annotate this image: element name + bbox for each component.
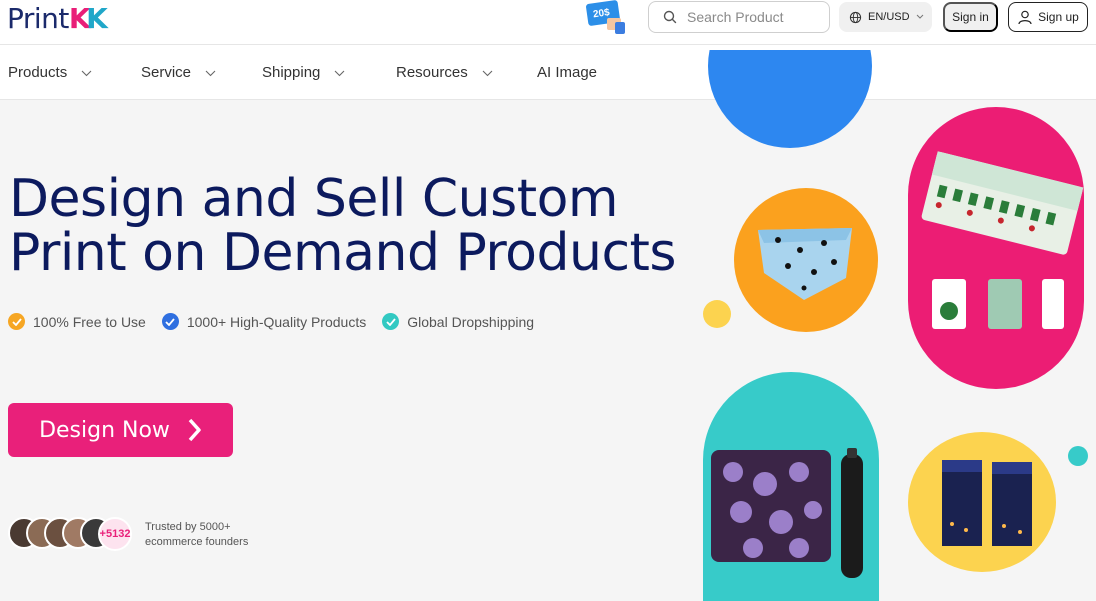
hero-title-line1: Design and Sell Custom xyxy=(9,169,619,229)
feature-list: 100% Free to Use 1000+ High-Quality Prod… xyxy=(8,313,550,330)
check-icon xyxy=(382,313,400,330)
cta-label: Design Now xyxy=(39,417,170,443)
main-nav: Products Service Shipping Resources AI I… xyxy=(0,45,1096,100)
search-input[interactable] xyxy=(687,9,817,25)
search-icon xyxy=(663,10,677,24)
bandana-product-card[interactable] xyxy=(734,188,878,332)
sign-up-label: Sign up xyxy=(1038,10,1079,24)
feature-item: Global Dropshipping xyxy=(382,313,534,330)
nav-item-products[interactable]: Products xyxy=(8,64,92,81)
chevron-down-icon xyxy=(335,70,345,77)
hero-title: Design and Sell Custom Print on Demand P… xyxy=(9,169,677,283)
design-now-button[interactable]: Design Now xyxy=(8,403,233,457)
feature-item: 1000+ High-Quality Products xyxy=(161,313,367,330)
globe-icon xyxy=(849,11,862,23)
user-icon xyxy=(1018,10,1032,25)
nav-label: Service xyxy=(141,64,192,81)
mahjong-product-card[interactable] xyxy=(908,107,1084,389)
nav-item-shipping[interactable]: Shipping xyxy=(262,64,345,81)
arrow-right-icon xyxy=(188,418,201,442)
chevron-down-icon xyxy=(81,70,92,77)
chevron-down-icon xyxy=(482,70,493,77)
feature-text: 100% Free to Use xyxy=(33,313,146,330)
mahjong-image xyxy=(921,151,1084,329)
sign-up-button[interactable]: Sign up xyxy=(1008,2,1088,32)
logo-text: Print xyxy=(7,2,69,35)
sign-in-button[interactable]: Sign in xyxy=(943,2,998,32)
logo-k2: K xyxy=(86,2,108,35)
chevron-down-icon xyxy=(205,70,216,77)
nav-item-resources[interactable]: Resources xyxy=(396,64,493,81)
trusted-line1: Trusted by 5000+ xyxy=(145,521,231,533)
hero-title-line2: Print on Demand Products xyxy=(9,223,677,283)
yellow-dot-decoration xyxy=(703,300,731,328)
founder-count-badge: +5132 xyxy=(98,517,132,551)
nav-item-service[interactable]: Service xyxy=(141,64,216,81)
banner-product-card[interactable] xyxy=(908,432,1056,572)
trusted-line2: ecommerce founders xyxy=(145,536,249,548)
language-label: EN/USD xyxy=(868,11,910,23)
coupon-icon[interactable]: 20$ xyxy=(585,0,629,36)
bandana-image xyxy=(758,228,852,300)
language-selector[interactable]: EN/USD xyxy=(839,2,932,32)
chevron-down-icon xyxy=(916,14,923,19)
teal-dot-decoration xyxy=(1068,446,1088,466)
nav-label: Shipping xyxy=(262,64,321,81)
printkk-logo[interactable]: PrintKK xyxy=(7,2,108,35)
nav-label: Resources xyxy=(396,64,468,81)
check-icon xyxy=(161,313,179,330)
feature-item: 100% Free to Use xyxy=(8,313,146,330)
founder-avatars: +5132 xyxy=(8,517,132,551)
top-header: PrintKK 20$ EN/USD Sign in Sign up xyxy=(0,0,1096,45)
banner-image xyxy=(942,460,1032,546)
feature-text: 1000+ High-Quality Products xyxy=(186,313,367,330)
nav-label: Products xyxy=(8,64,68,81)
tablecloth-product-card[interactable] xyxy=(703,372,879,601)
check-icon xyxy=(8,313,25,330)
trusted-text: Trusted by 5000+ ecommerce founders xyxy=(145,520,248,550)
nav-item-ai-image[interactable]: AI Image xyxy=(537,64,597,81)
tablecloth-image xyxy=(711,448,863,578)
blue-circle-decoration xyxy=(708,50,872,148)
feature-text: Global Dropshipping xyxy=(407,313,535,330)
search-box[interactable] xyxy=(648,1,830,33)
nav-label: AI Image xyxy=(537,64,598,81)
